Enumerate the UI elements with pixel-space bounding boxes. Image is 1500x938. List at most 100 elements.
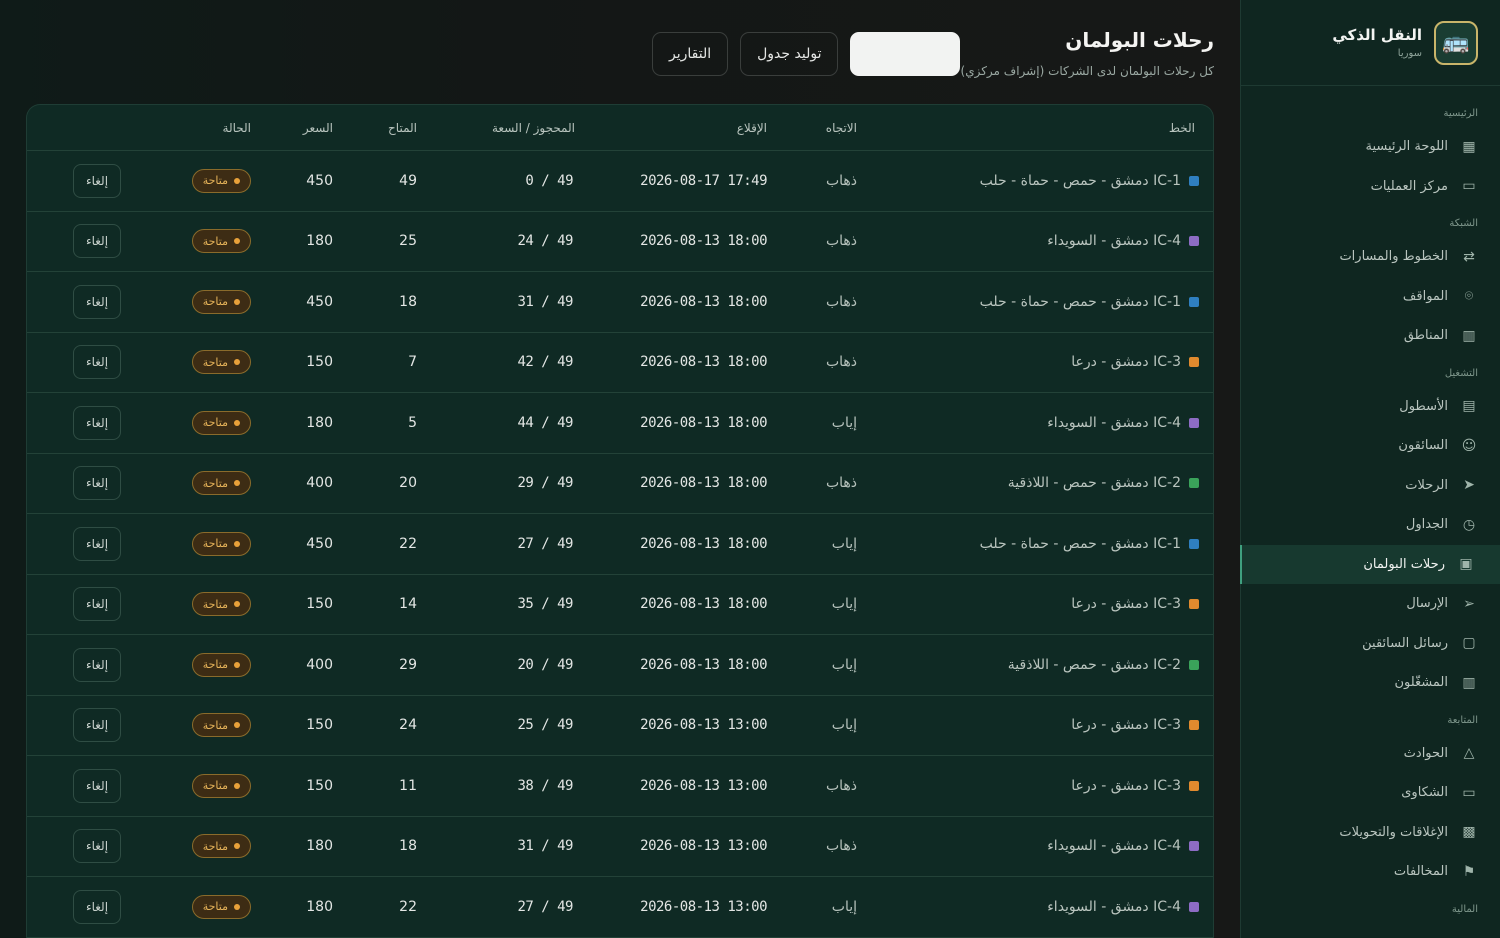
primary-action-button[interactable] <box>850 32 961 76</box>
reports-button[interactable]: التقارير <box>652 32 729 76</box>
booked-cell: 29 / 49 <box>517 475 573 492</box>
sidebar-item[interactable]: ➢ الإرسال <box>1241 584 1500 624</box>
booked-cell: 20 / 49 <box>517 656 573 673</box>
price-cell: 180 <box>306 233 333 250</box>
cancel-trip-button[interactable]: إلغاء <box>73 587 121 622</box>
available-cell: 29 <box>399 656 417 673</box>
sidebar-item[interactable]: ▭ مركز العمليات <box>1241 167 1500 207</box>
status-text: متاحة <box>202 416 228 430</box>
status-badge: متاحة <box>191 773 251 798</box>
status-text: متاحة <box>202 597 228 611</box>
status-text: متاحة <box>202 900 228 914</box>
table-row: IC-3 دمشق - درعا إياب 2026-08-13 18:00 3… <box>27 575 1213 635</box>
sidebar-item[interactable]: ⚑ المخالفات <box>1241 852 1500 892</box>
action-cell: إلغاء <box>73 163 121 198</box>
line-cell: IC-2 دمشق - حمص - اللاذقية <box>1008 657 1199 673</box>
cancel-trip-button[interactable]: إلغاء <box>73 405 121 440</box>
price-cell: 180 <box>306 898 333 915</box>
status-badge: متاحة <box>191 168 251 193</box>
line-color-dot <box>1189 236 1199 247</box>
sidebar-item[interactable]: ▤ الأسطول <box>1241 387 1500 427</box>
status-badge: متاحة <box>191 713 251 738</box>
main-content: رحلات البولمان كل رحلات البولمان لدى الش… <box>0 0 1240 938</box>
status-text: متاحة <box>202 234 228 248</box>
table-header: الخط الاتجاه الإقلاع المحجوز / السعة الم… <box>27 105 1213 151</box>
line-cell: IC-4 دمشق - السويداء <box>1047 838 1199 854</box>
line-cell: IC-4 دمشق - السويداء <box>1047 233 1199 249</box>
status-cell: متاحة <box>191 834 251 859</box>
line-cell: IC-3 دمشق - درعا <box>1071 596 1199 612</box>
line-cell: IC-1 دمشق - حمص - حماة - حلب <box>980 294 1199 310</box>
sidebar-item[interactable]: △ الحوادث <box>1241 734 1500 774</box>
price-cell: 400 <box>306 656 333 673</box>
table-row: IC-3 دمشق - درعا إياب 2026-08-13 13:00 2… <box>27 696 1213 756</box>
brand-title: النقل الذكي <box>1332 26 1422 44</box>
sidebar-item[interactable]: ◷ الجداول <box>1241 505 1500 545</box>
sidebar-item[interactable]: ▥ المناطق <box>1241 316 1500 356</box>
cancel-trip-button[interactable]: إلغاء <box>73 647 121 682</box>
sidebar-item[interactable]: ▢ رسائل السائقين <box>1241 624 1500 664</box>
sidebar-item-label: الحوادث <box>1403 745 1448 761</box>
sidebar-item[interactable]: ☺ السائقون <box>1241 426 1500 466</box>
action-cell: إلغاء <box>73 284 121 319</box>
status-dot <box>234 298 240 305</box>
sidebar-item[interactable]: ⌾ المواقف <box>1241 277 1500 317</box>
brand-subtitle: سوريا <box>1397 48 1422 59</box>
cancel-trip-button[interactable]: إلغاء <box>73 466 121 501</box>
status-cell: متاحة <box>191 229 251 254</box>
status-dot <box>234 177 240 184</box>
direction-cell: ذهاب <box>825 172 857 189</box>
departure-cell: 2026-08-13 18:00 <box>640 475 767 492</box>
cancel-trip-button[interactable]: إلغاء <box>73 224 121 259</box>
cancel-trip-button[interactable]: إلغاء <box>73 889 121 924</box>
building-icon: ▥ <box>1462 674 1476 691</box>
cancel-trip-button[interactable]: إلغاء <box>73 345 121 380</box>
sidebar-item[interactable]: ➤ الرحلات <box>1241 466 1500 506</box>
table-row: IC-1 دمشق - حمص - حماة - حلب ذهاب 2026-0… <box>27 151 1213 212</box>
line-name: IC-2 دمشق - حمص - اللاذقية <box>1007 475 1181 492</box>
status-dot <box>234 661 240 668</box>
status-cell: متاحة <box>191 713 251 738</box>
status-dot <box>234 238 240 245</box>
price-cell: 450 <box>306 293 333 310</box>
brand: 🚌 النقل الذكي سوريا <box>1241 0 1500 86</box>
cancel-trip-button[interactable]: إلغاء <box>73 526 121 561</box>
users-icon: ☺ <box>1461 437 1477 454</box>
departure-cell: 2026-08-13 18:00 <box>640 414 767 431</box>
cancel-trip-button[interactable]: إلغاء <box>73 708 121 743</box>
messages-icon: ▢ <box>1462 635 1476 652</box>
line-cell: IC-4 دمشق - السويداء <box>1047 415 1199 431</box>
sidebar-item[interactable]: ▥ المشغّلون <box>1241 663 1500 703</box>
cancel-trip-button[interactable]: إلغاء <box>73 163 121 198</box>
col-direction: الاتجاه <box>825 120 857 135</box>
status-dot <box>234 419 240 426</box>
status-text: متاحة <box>202 174 228 188</box>
sidebar-item[interactable]: ▩ الإغلاقات والتحويلات <box>1241 813 1500 853</box>
col-available: المتاح <box>388 120 417 135</box>
col-status: الحالة <box>222 120 251 135</box>
sidebar-item[interactable]: ⇄ الخطوط والمسارات <box>1241 237 1500 277</box>
status-text: متاحة <box>202 295 228 309</box>
departure-cell: 2026-08-13 13:00 <box>640 838 767 855</box>
available-cell: 20 <box>399 475 417 492</box>
sidebar-item[interactable]: ▦ اللوحة الرئيسية <box>1241 127 1500 167</box>
available-cell: 7 <box>408 354 417 371</box>
generate-schedule-button[interactable]: توليد جدول <box>740 32 839 76</box>
direction-cell: ذهاب <box>825 777 857 794</box>
table-row: IC-2 دمشق - حمص - اللاذقية ذهاب 2026-08-… <box>27 454 1213 514</box>
header-actions: التقارير توليد جدول <box>652 32 961 76</box>
price-cell: 180 <box>306 838 333 855</box>
sidebar-item-label: السائقون <box>1398 438 1448 454</box>
status-badge: متاحة <box>191 229 251 254</box>
col-line: الخط <box>1168 120 1195 135</box>
cancel-trip-button[interactable]: إلغاء <box>73 829 121 864</box>
table-row: IC-1 دمشق - حمص - حماة - حلب إياب 2026-0… <box>27 514 1213 575</box>
table-row: IC-4 دمشق - السويداء ذهاب 2026-08-13 13:… <box>27 817 1213 877</box>
coach-icon: ▣ <box>1459 556 1473 573</box>
table-row: IC-4 دمشق - السويداء إياب 2026-08-13 18:… <box>27 393 1213 454</box>
sidebar-item[interactable]: ▭ الشكاوى <box>1241 773 1500 813</box>
cancel-trip-button[interactable]: إلغاء <box>73 768 121 803</box>
sidebar-item[interactable]: ▣ رحلات البولمان <box>1239 544 1500 584</box>
line-color-dot <box>1189 175 1199 186</box>
cancel-trip-button[interactable]: إلغاء <box>73 284 121 319</box>
